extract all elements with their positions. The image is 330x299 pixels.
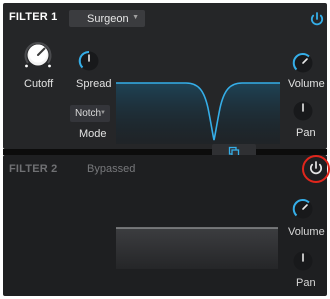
filter1-volume-knob[interactable] [292,52,314,74]
filter1-pan-knob[interactable] [292,100,314,122]
power-icon [309,161,323,175]
cutoff-knob-graphic [24,42,52,68]
pan-knob-graphic [293,251,313,271]
filter2-title: FILTER 2 [9,163,58,175]
mode-value: Notch [75,108,102,119]
chevron-down-icon: ▼ [132,14,139,21]
pan-knob-graphic [293,101,313,121]
filter1-power-button[interactable] [308,10,326,28]
filter2-volume-label: Volume [288,226,325,238]
cutoff-label: Cutoff [24,78,54,90]
volume-knob-graphic [292,52,313,73]
mode-label: Mode [79,128,107,140]
filter-response-display [116,82,280,144]
filter-type-value: Surgeon [87,13,129,25]
power-icon [310,12,324,26]
mode-dropdown[interactable]: Notch ▼ [70,105,110,122]
filter1-title: FILTER 1 [9,11,58,23]
filter2-response-display [116,227,278,269]
chevron-down-icon: ▼ [100,110,106,116]
filter2-power-button[interactable] [307,159,325,177]
filter2-pan-label: Pan [296,277,316,289]
filter-type-dropdown[interactable]: Surgeon ▼ [69,10,145,27]
filter2-volume-knob[interactable] [292,198,314,220]
filter2-pan-knob[interactable] [292,250,314,272]
spread-knob-graphic [78,50,99,71]
filter1-volume-label: Volume [288,78,325,90]
volume-knob-graphic [292,198,313,219]
spread-label: Spread [76,78,112,90]
filter1-pan-label: Pan [296,127,316,139]
spread-knob[interactable] [78,50,100,72]
filter2-status: Bypassed [87,163,136,175]
cutoff-knob[interactable] [21,38,55,72]
